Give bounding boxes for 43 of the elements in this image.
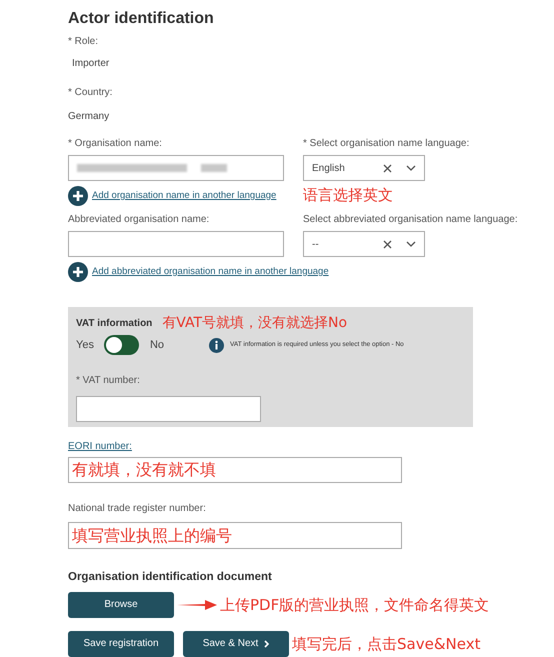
chevron-down-icon[interactable] — [406, 241, 416, 247]
add-language-link[interactable]: Add abbreviated organisation name in another language — [92, 264, 329, 280]
clear-icon[interactable] — [383, 240, 392, 248]
add-language-link[interactable]: Add organisation name in another language — [92, 188, 276, 204]
organisation-name-label: * Organisation name: — [68, 138, 163, 150]
country-label: * Country: — [68, 87, 112, 98]
abbreviated-name-label: Abbreviated organisation name: — [68, 214, 210, 226]
abbreviated-language-select[interactable]: -- — [303, 231, 425, 257]
eori-field[interactable]: 有就填，没有就不填 — [68, 456, 402, 484]
chevron-down-icon[interactable] — [406, 165, 416, 171]
role-label: * Role: — [68, 36, 100, 48]
eori-link[interactable]: EORI number: — [68, 438, 132, 454]
chevron-right-icon — [264, 640, 270, 648]
country-value: Germany — [68, 110, 110, 124]
annotation-text: 填写完后，点击Save&Next — [292, 634, 480, 653]
save-button[interactable]: Save registration — [68, 630, 174, 657]
annotation-text: 语言选择英文 — [303, 186, 394, 204]
organisation-name-field[interactable] — [68, 155, 284, 181]
no-label: No — [150, 338, 164, 353]
trade-register-field[interactable]: 填写营业执照上的编号 — [68, 522, 402, 549]
browse-button[interactable]: Browse — [68, 592, 174, 618]
organisation-language-label: * Select organisation name language: — [303, 138, 470, 150]
vat-number-label: * VAT number: — [76, 375, 140, 386]
annotation-text: 有VAT号就填，没有就选择No — [162, 315, 348, 332]
trade-register-label: National trade register number: — [68, 503, 206, 514]
plus-icon — [68, 262, 88, 282]
annotation-text: 有就填，没有就不填 — [72, 460, 216, 480]
page-title: Actor identification — [68, 9, 215, 29]
save-next-button[interactable]: Save & Next — [183, 630, 289, 657]
plus-icon — [68, 186, 88, 206]
yes-label: Yes — [76, 338, 94, 353]
annotation-text: 上传PDF版的营业执照，文件命名得英文 — [220, 596, 490, 614]
abbreviated-language-label: Select abbreviated organisation name language: — [303, 214, 518, 226]
clear-icon[interactable] — [383, 164, 392, 172]
document-title: Organisation identification document — [68, 570, 273, 585]
vat-title: VAT information — [76, 317, 152, 331]
vat-toggle[interactable] — [104, 335, 139, 355]
vat-number-field[interactable] — [76, 396, 261, 422]
info-icon — [209, 338, 224, 352]
annotation-text: 填写营业执照上的编号 — [72, 526, 232, 545]
organisation-language-select[interactable]: English — [303, 155, 425, 181]
abbreviated-name-field[interactable] — [68, 231, 284, 257]
role-value: Importer — [72, 57, 110, 71]
